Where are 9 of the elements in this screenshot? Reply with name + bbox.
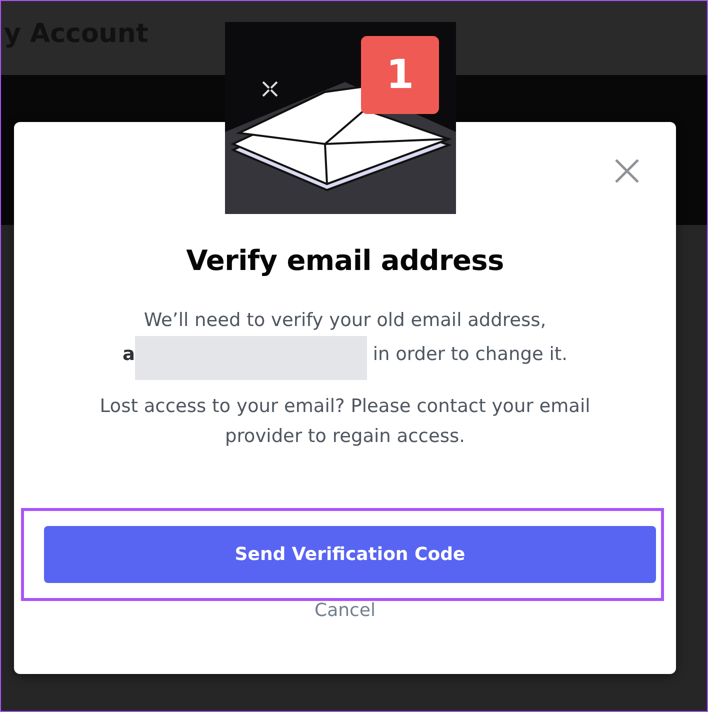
dialog-title: Verify email address — [186, 243, 504, 279]
cancel-link[interactable]: Cancel — [314, 597, 376, 624]
send-code-button[interactable]: Send Verification Code — [44, 526, 656, 583]
email-text: a — [122, 344, 135, 365]
message-text: in order to change it. — [372, 344, 568, 365]
message-text: We’ll need to verify your old email address, — [144, 310, 546, 331]
notification-badge: 1 — [361, 36, 439, 114]
close-icon[interactable] — [614, 158, 640, 184]
help-text: Lost access to your email? Please contact your email provider to regain access. — [98, 395, 592, 449]
